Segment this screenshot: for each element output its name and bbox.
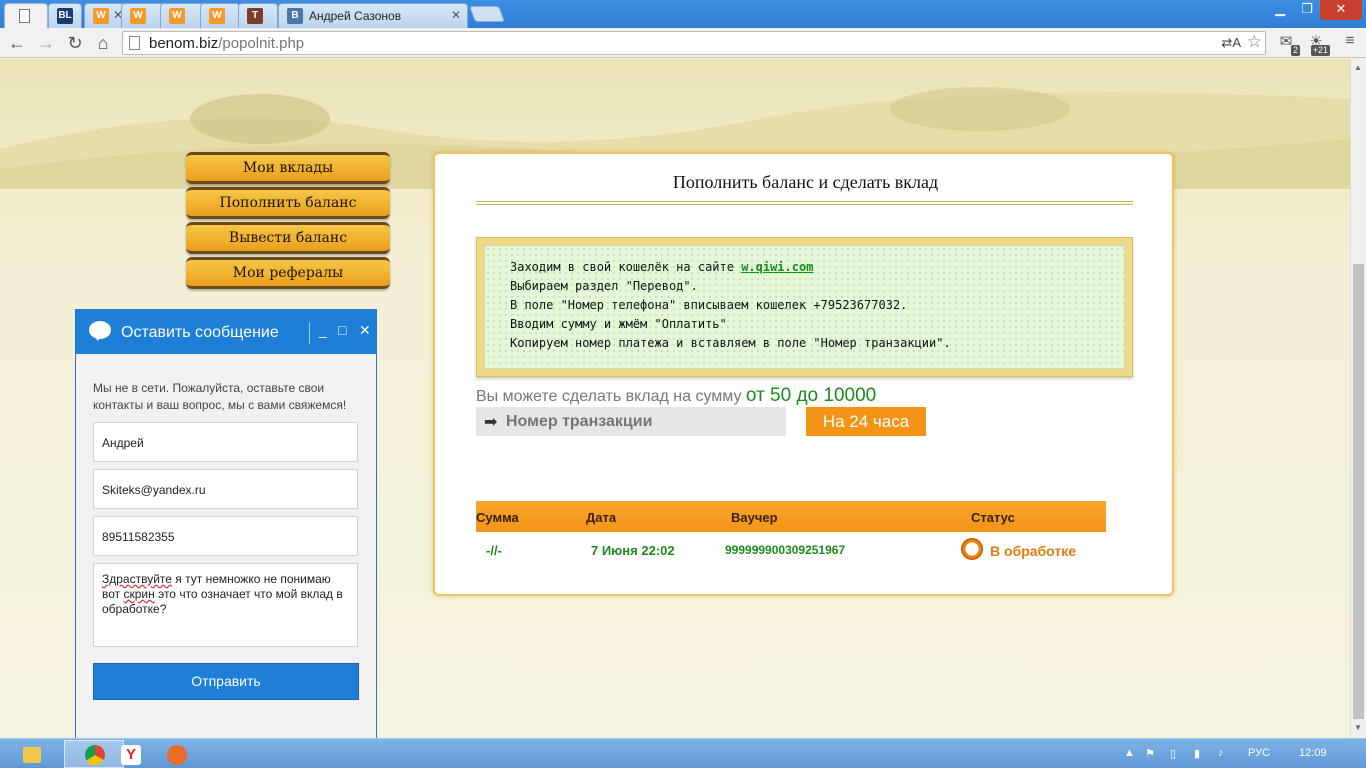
battery-icon[interactable]: ▯	[1170, 747, 1176, 760]
home-icon[interactable]: ⌂	[92, 32, 114, 54]
folder-icon	[23, 747, 41, 763]
menu-my-deposits[interactable]: Мои вклады	[186, 152, 390, 184]
offline-message: Мы не в сети. Пожалуйста, оставьте свои …	[93, 381, 347, 412]
cell-voucher: 999999900309251967	[725, 543, 846, 557]
page-icon	[19, 9, 30, 23]
tab-t[interactable]: T	[238, 3, 278, 28]
address-bar[interactable]: benom.biz/popolnit.php ⇄A ☆	[122, 31, 1266, 55]
restore-icon[interactable]: ❐	[1294, 0, 1320, 20]
tab-bl[interactable]: BL	[48, 3, 82, 28]
menu-my-referrals[interactable]: Мои рефералы	[186, 257, 390, 289]
deposit-24h-button[interactable]: На 24 часа	[806, 407, 926, 436]
mail-badge: 2	[1290, 45, 1300, 56]
bookmark-star-icon[interactable]: ☆	[1247, 32, 1262, 52]
bl-favicon-icon: BL	[57, 8, 73, 24]
chat-title: Оставить сообщение	[121, 324, 279, 341]
maximize-chat-icon[interactable]: □	[338, 322, 346, 338]
w-favicon-icon: W	[209, 8, 225, 24]
arrow-right-icon: ➡	[484, 414, 498, 431]
page-title: Пополнить баланс и сделать вклад	[672, 172, 939, 192]
w-favicon-icon: W	[169, 8, 185, 24]
tab-strip: BL W ✕ W W W T B Андрей Сазонов ✕ ▁ ❐ ✕	[0, 0, 1366, 28]
instruction-line-2: Выбираем раздел "Перевод".	[510, 279, 698, 293]
header-divider	[309, 322, 310, 344]
instructions-box: Заходим в свой кошелёк на сайте w.qiwi.c…	[476, 237, 1133, 377]
scroll-up-icon[interactable]: ▲	[1354, 63, 1362, 72]
email-field[interactable]: Skiteks@yandex.ru	[93, 469, 358, 509]
menu-icon[interactable]: ≡	[1338, 32, 1362, 54]
tab-w4[interactable]: W	[200, 3, 240, 28]
name-field[interactable]: Андрей	[93, 422, 358, 462]
close-icon[interactable]: ✕	[451, 8, 461, 22]
page-info-icon	[129, 36, 140, 50]
deposit-panel: Пополнить баланс и сделать вклад Заходим…	[433, 152, 1174, 596]
tab-title: Андрей Сазонов	[309, 9, 402, 23]
scroll-thumb[interactable]	[1353, 264, 1364, 719]
col-voucher: Ваучер	[731, 510, 778, 525]
url-text: benom.biz/popolnit.php	[149, 35, 305, 52]
w-favicon-icon: W	[130, 8, 146, 24]
yandex-icon: Y	[121, 745, 141, 765]
flag-icon[interactable]: ⚑	[1145, 747, 1155, 760]
menu-withdraw-balance[interactable]: Вывести баланс	[186, 222, 390, 254]
weather-badge: +21	[1310, 45, 1330, 56]
tab-vk[interactable]: B Андрей Сазонов ✕	[278, 3, 468, 28]
alarm-clock-icon	[961, 538, 983, 560]
cell-status: В обработке	[990, 543, 1077, 559]
app-icon	[167, 745, 187, 765]
phone-field[interactable]: 89511582355	[93, 516, 358, 556]
toolbar: ← → ↻ ⌂ benom.biz/popolnit.php ⇄A ☆ ✉ 2 ☀…	[0, 28, 1366, 58]
reload-icon[interactable]: ↻	[64, 32, 86, 54]
menu-top-up-balance[interactable]: Пополнить баланс	[186, 187, 390, 219]
w-favicon-icon: W	[93, 8, 109, 24]
forward-icon[interactable]: →	[35, 32, 57, 54]
app-taskbar-button[interactable]	[146, 740, 206, 768]
mail-icon[interactable]: ✉ 2	[1274, 32, 1300, 56]
instruction-line-5: Копируем номер платежа и вставляем в пол…	[510, 336, 951, 350]
qiwi-link[interactable]: w.qiwi.com	[741, 260, 813, 274]
instruction-line-1: Заходим в свой кошелёк на сайте w.qiwi.c…	[510, 260, 814, 274]
col-sum: Сумма	[476, 510, 519, 525]
clock[interactable]: 12:09	[1299, 747, 1327, 759]
translate-icon[interactable]: ⇄A	[1221, 35, 1241, 51]
t-favicon-icon: T	[247, 8, 263, 24]
volume-icon[interactable]: ♪	[1218, 747, 1224, 759]
scroll-down-icon[interactable]: ▼	[1354, 723, 1362, 732]
deposit-range-value: от 50 до 10000	[745, 385, 877, 406]
chat-bubble-icon	[89, 321, 111, 341]
minimize-chat-icon[interactable]: _	[319, 322, 327, 338]
cell-sum: -//-	[486, 543, 502, 558]
taskbar: Y ▲ ⚑ ▯ ▮ ♪ РУС 12:09	[0, 738, 1366, 768]
title-divider	[476, 201, 1133, 205]
chat-widget: Оставить сообщение _ □ ✕ Мы не в сети. П…	[75, 309, 377, 749]
network-icon[interactable]: ▮	[1194, 747, 1200, 760]
send-button[interactable]: Отправить	[93, 663, 359, 700]
minimize-icon[interactable]: ▁	[1266, 0, 1294, 20]
col-status: Статус	[971, 510, 1015, 525]
explorer-taskbar-button[interactable]	[2, 740, 62, 768]
weather-icon[interactable]: ☀ +21	[1304, 32, 1330, 56]
cell-date: 7 Июня 22:02	[591, 543, 675, 558]
instruction-line-3: В поле "Номер телефона" вписываем кошеле…	[510, 298, 908, 312]
chat-header[interactable]: Оставить сообщение _ □ ✕	[76, 310, 376, 354]
show-hidden-icons-icon[interactable]: ▲	[1124, 747, 1135, 759]
vk-favicon-icon: B	[287, 8, 303, 24]
misspelled-word: Здраствуйте	[102, 572, 172, 586]
language-indicator[interactable]: РУС	[1248, 747, 1270, 759]
message-textarea[interactable]: Здраствуйте я тут немножко не понимаю во…	[93, 563, 358, 647]
page-scrollbar[interactable]: ▲ ▼	[1350, 59, 1366, 737]
tab-popolnit[interactable]	[4, 3, 48, 28]
table-row: -//- 7 Июня 22:02 999999900309251967 В о…	[476, 534, 1106, 564]
back-icon[interactable]: ←	[6, 32, 28, 54]
close-window-icon[interactable]: ✕	[1320, 0, 1362, 20]
deposit-range-text: Вы можете сделать вклад на сумму от 50 д…	[476, 385, 877, 406]
table-header: Сумма Дата Ваучер Статус	[476, 501, 1106, 532]
misspelled-word: скрин	[123, 587, 155, 601]
col-date: Дата	[586, 510, 617, 525]
close-chat-icon[interactable]: ✕	[359, 322, 371, 339]
transaction-number-input[interactable]	[476, 407, 786, 436]
new-tab-button[interactable]	[469, 6, 505, 22]
instruction-line-4: Вводим сумму и жмём "Оплатить"	[510, 317, 727, 331]
